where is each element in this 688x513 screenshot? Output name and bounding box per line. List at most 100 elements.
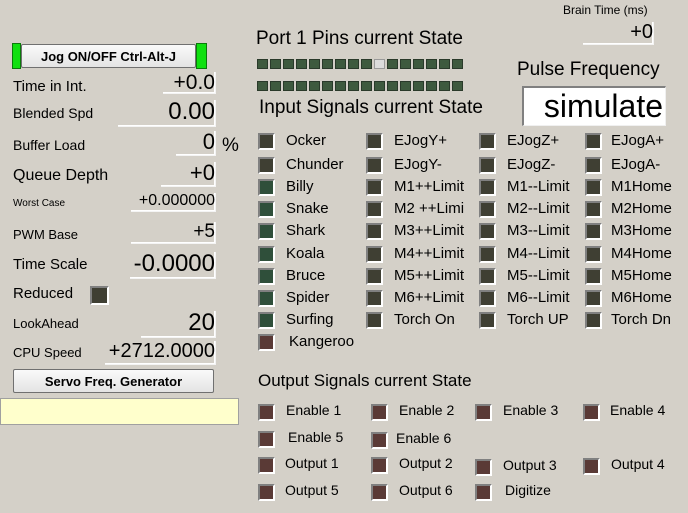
input-led-col2-1: [366, 133, 383, 150]
input-led-col2-8: [366, 290, 383, 307]
input-led-col1-9: [258, 312, 275, 329]
buffer-load-unit: %: [222, 135, 239, 156]
input-label-col2-5: M3++Limit: [394, 222, 465, 239]
reduced-indicator: [90, 286, 109, 305]
input-label-col4-8: M6Home: [611, 289, 672, 306]
input-signals-title: Input Signals current State: [259, 97, 483, 118]
port-pin-17: [257, 81, 268, 91]
port-pin-20: [296, 81, 307, 91]
input-led-col3-2: [479, 157, 496, 174]
brain-time-label: Brain Time (ms): [563, 3, 648, 17]
output-label-5: Enable 5: [288, 429, 344, 445]
output-label-9: Output 3: [503, 457, 557, 473]
buffer-load-label: Buffer Load: [13, 137, 86, 153]
input-led-col2-4: [366, 201, 383, 218]
input-label-col2-7: M5++Limit: [394, 267, 465, 284]
output-label-2: Enable 2: [399, 402, 455, 418]
output-led-5: [258, 431, 275, 448]
output-led-11: [258, 484, 275, 501]
port-pin-22: [322, 81, 333, 91]
input-led-col3-6: [479, 246, 496, 263]
output-label-6: Enable 6: [396, 430, 452, 446]
lookahead-value: 20: [141, 311, 216, 338]
input-label-col3-7: M5--Limit: [507, 267, 570, 284]
input-led-col4-8: [585, 290, 602, 307]
pwm-base-label: PWM Base: [13, 227, 79, 242]
output-label-4: Enable 4: [610, 402, 666, 418]
port-pin-29: [413, 81, 424, 91]
port-pin-32: [452, 81, 463, 91]
input-label-col2-9: Torch On: [394, 311, 455, 328]
port-pin-9: [361, 59, 372, 69]
input-label-col1-5: Shark: [286, 222, 326, 239]
input-led-col1-4: [258, 201, 275, 218]
input-led-col4-6: [585, 246, 602, 263]
blended-spd-label: Blended Spd: [13, 105, 94, 121]
input-led-col2-7: [366, 268, 383, 285]
blended-spd-value: 0.00: [118, 100, 216, 127]
input-label-col4-4: M2Home: [611, 200, 672, 217]
pulse-frequency-value: simulate: [522, 86, 666, 126]
output-label-11: Output 5: [285, 482, 339, 498]
buffer-load-value: 0: [176, 131, 216, 156]
output-label-7: Output 1: [285, 455, 339, 471]
input-led-col1-6: [258, 246, 275, 263]
port-pin-15: [439, 59, 450, 69]
input-led-col4-9: [585, 312, 602, 329]
input-label-col4-5: M3Home: [611, 222, 672, 239]
input-led-col1-1: [258, 133, 275, 150]
input-led-col1-3: [258, 179, 275, 196]
brain-time-value: +0: [583, 22, 654, 45]
input-led-col3-7: [479, 268, 496, 285]
port-pin-25: [361, 81, 372, 91]
input-label-col3-5: M3--Limit: [507, 222, 570, 239]
input-label-col4-2: EJogA-: [611, 156, 661, 173]
port-pin-31: [439, 81, 450, 91]
jog-left-indicator: [12, 43, 21, 69]
port-pin-3: [283, 59, 294, 69]
time-scale-value: -0.0000: [130, 252, 216, 279]
input-led-col2-9: [366, 312, 383, 329]
port-pin-18: [270, 81, 281, 91]
jog-toggle-button[interactable]: Jog ON/OFF Ctrl-Alt-J: [21, 44, 196, 68]
output-led-9: [475, 459, 492, 476]
input-label-col4-3: M1Home: [611, 178, 672, 195]
input-label-col1-2: Chunder: [286, 156, 344, 173]
port-pin-11: [387, 59, 398, 69]
port-pin-16: [452, 59, 463, 69]
output-led-6: [371, 432, 388, 449]
output-label-1: Enable 1: [286, 402, 342, 418]
port-pin-26: [374, 81, 385, 91]
pwm-base-value: +5: [131, 222, 216, 244]
input-label-col1-3: Billy: [286, 178, 314, 195]
input-label-col4-7: M5Home: [611, 267, 672, 284]
input-label-col1-7: Bruce: [286, 267, 326, 284]
input-label-col3-8: M6--Limit: [507, 289, 570, 306]
input-label-col2-2: EJogY-: [394, 156, 442, 173]
port-pin-12: [400, 59, 411, 69]
port-pin-4: [296, 59, 307, 69]
worst-case-label: Worst Case: [13, 198, 66, 209]
input-led-col4-1: [585, 133, 602, 150]
output-led-10: [583, 458, 600, 475]
port-pin-19: [283, 81, 294, 91]
output-label-3: Enable 3: [503, 402, 559, 418]
output-led-12: [371, 484, 388, 501]
input-led-col4-5: [585, 223, 602, 240]
port-pin-24: [348, 81, 359, 91]
input-label-col1-9: Surfing: [286, 311, 334, 328]
input-label-col3-2: EJogZ-: [507, 156, 556, 173]
input-led-col1-7: [258, 268, 275, 285]
input-led-col2-5: [366, 223, 383, 240]
cpu-speed-label: CPU Speed: [13, 345, 82, 360]
output-label-12: Output 6: [399, 482, 453, 498]
port-pin-8: [348, 59, 359, 69]
input-label-col4-6: M4Home: [611, 245, 672, 262]
input-label-col3-3: M1--Limit: [507, 178, 570, 195]
input-label-col1-10: Kangeroo: [289, 333, 355, 350]
port-pin-30: [426, 81, 437, 91]
input-label-col3-6: M4--Limit: [507, 245, 570, 262]
port-pin-6: [322, 59, 333, 69]
servo-freq-generator-button[interactable]: Servo Freq. Generator: [13, 369, 214, 393]
lookahead-label: LookAhead: [13, 316, 79, 331]
